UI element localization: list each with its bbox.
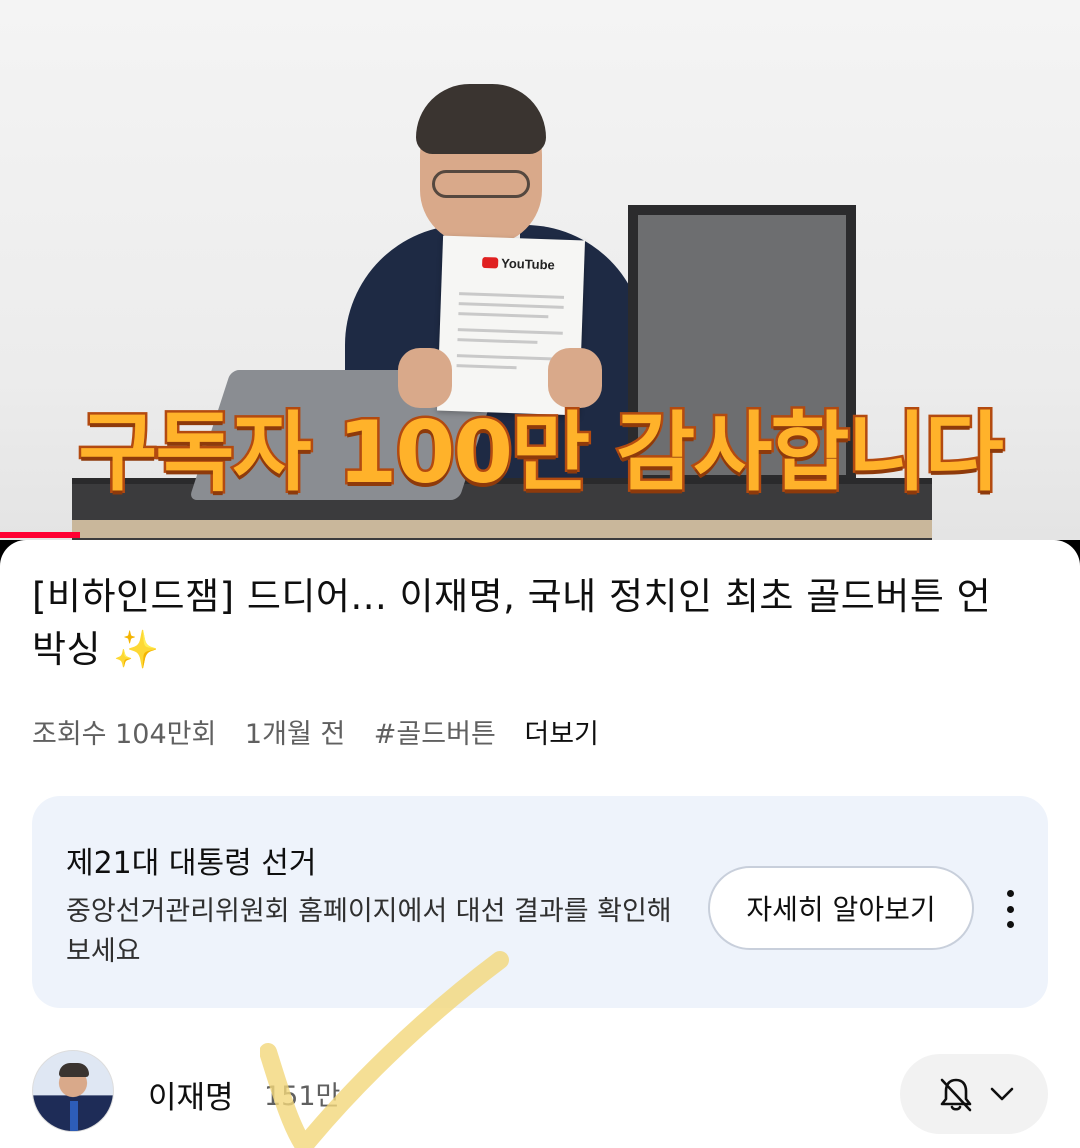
upload-age: 1개월 전 bbox=[244, 719, 346, 750]
video-title[interactable]: [비하인드잼] 드디어... 이재명, 국내 정치인 최초 골드버튼 언박싱 ✨ bbox=[32, 570, 992, 676]
video-meta-row[interactable]: 조회수 104만회 1개월 전 #골드버튼 더보기 bbox=[32, 712, 619, 751]
avatar[interactable] bbox=[32, 1050, 114, 1132]
subscriber-count: 151만 bbox=[264, 1081, 341, 1112]
video-details-sheet: [비하인드잼] 드디어... 이재명, 국내 정치인 최초 골드버튼 언박싱 ✨… bbox=[0, 540, 1080, 1148]
hashtag-link[interactable]: #골드버튼 bbox=[374, 719, 496, 750]
video-player[interactable]: YouTube 구독자 100만 감사합니다 bbox=[0, 0, 1080, 540]
channel-name[interactable]: 이재명 bbox=[148, 1072, 234, 1117]
view-count: 조회수 104만회 bbox=[32, 719, 217, 750]
kebab-menu-icon[interactable] bbox=[998, 884, 1022, 934]
video-overlay-headline: 구독자 100만 감사합니다 bbox=[76, 401, 1006, 506]
notification-settings-button[interactable] bbox=[900, 1054, 1048, 1134]
channel-row: 이재명 151만 bbox=[32, 951, 1048, 1148]
learn-more-button[interactable]: 자세히 알아보기 bbox=[708, 866, 974, 950]
chevron-down-icon bbox=[990, 1087, 1014, 1101]
bell-off-icon bbox=[940, 1078, 972, 1112]
info-card-description: 중앙선거관리위원회 홈페이지에서 대선 결과를 확인해 보세요 bbox=[66, 896, 672, 967]
election-info-card: 제21대 대통령 선거 중앙선거관리위원회 홈페이지에서 대선 결과를 확인해 … bbox=[32, 796, 1048, 1008]
info-card-title: 제21대 대통령 선거 bbox=[66, 846, 317, 881]
youtube-logo: YouTube bbox=[481, 255, 555, 272]
more-link[interactable]: 더보기 bbox=[524, 719, 599, 750]
video-progress-bar[interactable] bbox=[0, 532, 80, 538]
